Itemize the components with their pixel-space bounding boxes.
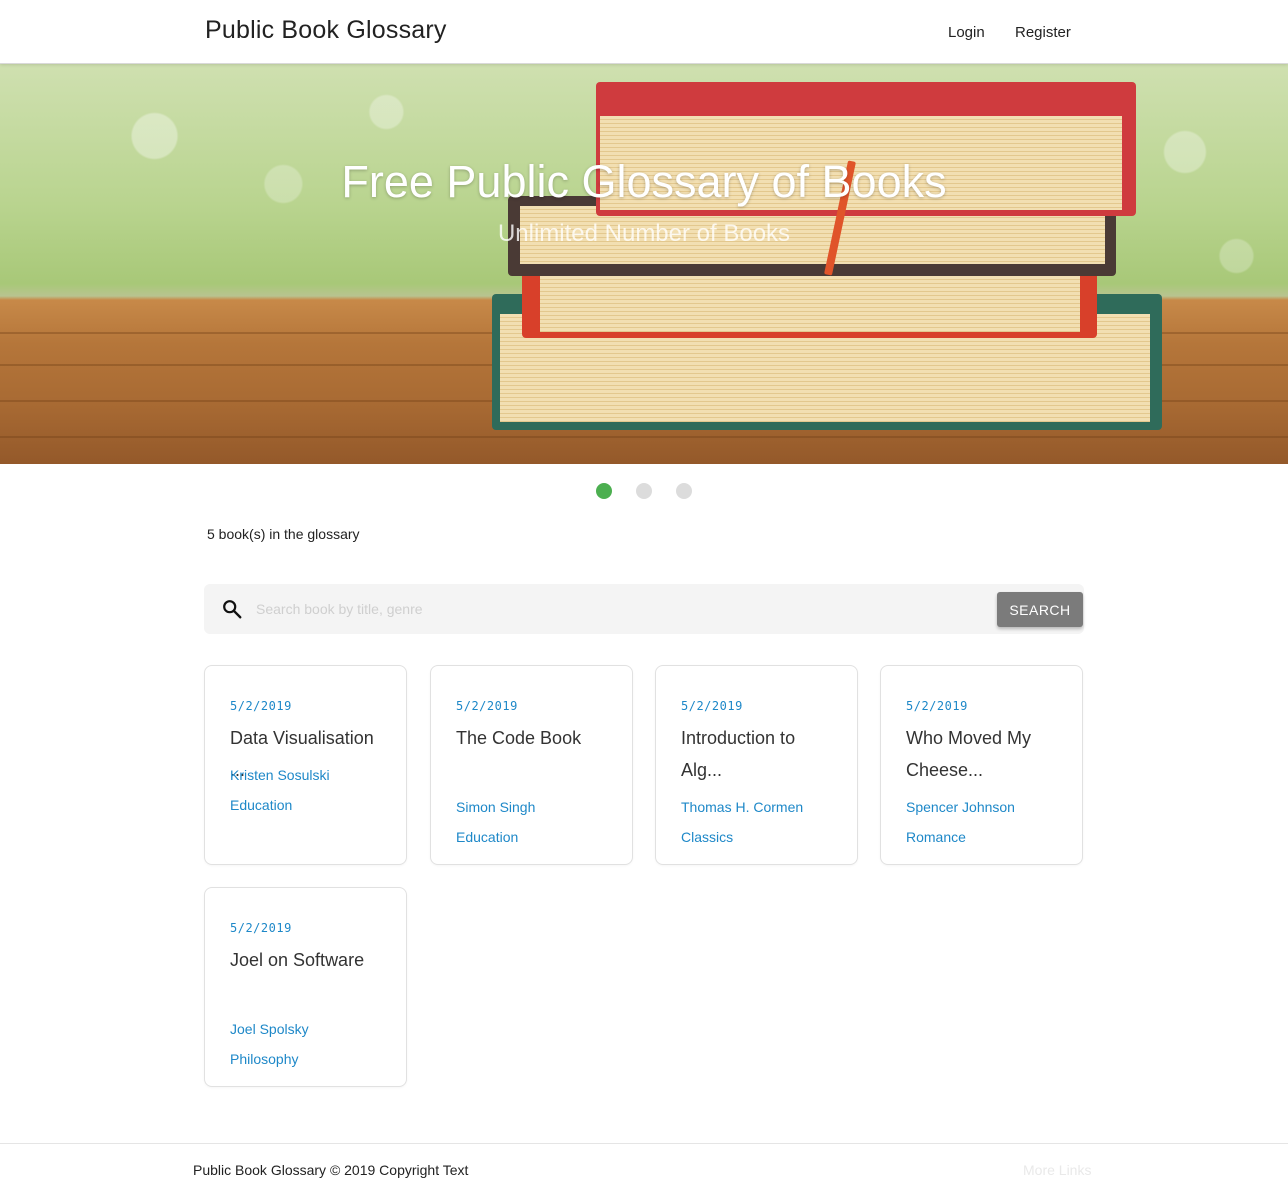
page-footer: Public Book Glossary © 2019 Copyright Te…: [0, 1143, 1288, 1193]
book-date: 5/2/2019: [230, 699, 292, 713]
search-bar: SEARCH: [204, 584, 1084, 634]
book-title: Introduction to Alg...: [681, 728, 796, 780]
book-author[interactable]: Thomas H. Cormen: [681, 799, 803, 815]
book-genre[interactable]: Education: [456, 829, 518, 845]
book-author[interactable]: Joel Spolsky: [230, 1021, 309, 1037]
carousel-dot-1[interactable]: [596, 483, 612, 499]
book-title: Joel on Software: [230, 950, 365, 970]
book-count-text: 5 book(s) in the glossary: [207, 526, 360, 542]
brand-title[interactable]: Public Book Glossary: [205, 16, 447, 45]
book-genre[interactable]: Education: [230, 797, 292, 813]
book-date: 5/2/2019: [681, 699, 743, 713]
book-date: 5/2/2019: [456, 699, 518, 713]
top-navbar: Public Book Glossary Login Register: [0, 0, 1288, 64]
book-card[interactable]: 5/2/2019 Data Visualisation ... Kristen …: [204, 665, 407, 865]
book-title: The Code Book: [456, 728, 582, 748]
hero-title: Free Public Glossary of Books: [341, 156, 947, 207]
book-title: Who Moved My Cheese...: [906, 728, 1032, 780]
book-card[interactable]: 5/2/2019 Introduction to Alg... Thomas H…: [655, 665, 858, 865]
hero-subtitle: Unlimited Number of Books: [497, 220, 791, 247]
hero-carousel: Free Public Glossary of Books Unlimited …: [0, 64, 1288, 464]
book-date: 5/2/2019: [230, 921, 292, 935]
book-genre[interactable]: Philosophy: [230, 1051, 299, 1067]
carousel-dot-2[interactable]: [636, 483, 652, 499]
book-date: 5/2/2019: [906, 699, 968, 713]
wood-grain: [0, 436, 1288, 438]
book-author[interactable]: Spencer Johnson: [906, 799, 1015, 815]
carousel-dot-3[interactable]: [676, 483, 692, 499]
book-card[interactable]: 5/2/2019 Joel on Software Joel Spolsky P…: [204, 887, 407, 1087]
login-link[interactable]: Login: [948, 24, 985, 41]
book-genre[interactable]: Classics: [681, 829, 733, 845]
book-author[interactable]: Kristen Sosulski: [230, 767, 330, 783]
search-input[interactable]: [256, 593, 986, 625]
search-button[interactable]: SEARCH: [997, 592, 1083, 627]
search-icon: [223, 600, 242, 619]
book-card[interactable]: 5/2/2019 Who Moved My Cheese... Spencer …: [880, 665, 1083, 865]
book-genre[interactable]: Romance: [906, 829, 966, 845]
book-author[interactable]: Simon Singh: [456, 799, 535, 815]
footer-more-links[interactable]: More Links: [1023, 1162, 1091, 1178]
register-link[interactable]: Register: [1015, 24, 1071, 41]
footer-copyright: Public Book Glossary © 2019 Copyright Te…: [193, 1162, 469, 1178]
book-card[interactable]: 5/2/2019 The Code Book Simon Singh Educa…: [430, 665, 633, 865]
